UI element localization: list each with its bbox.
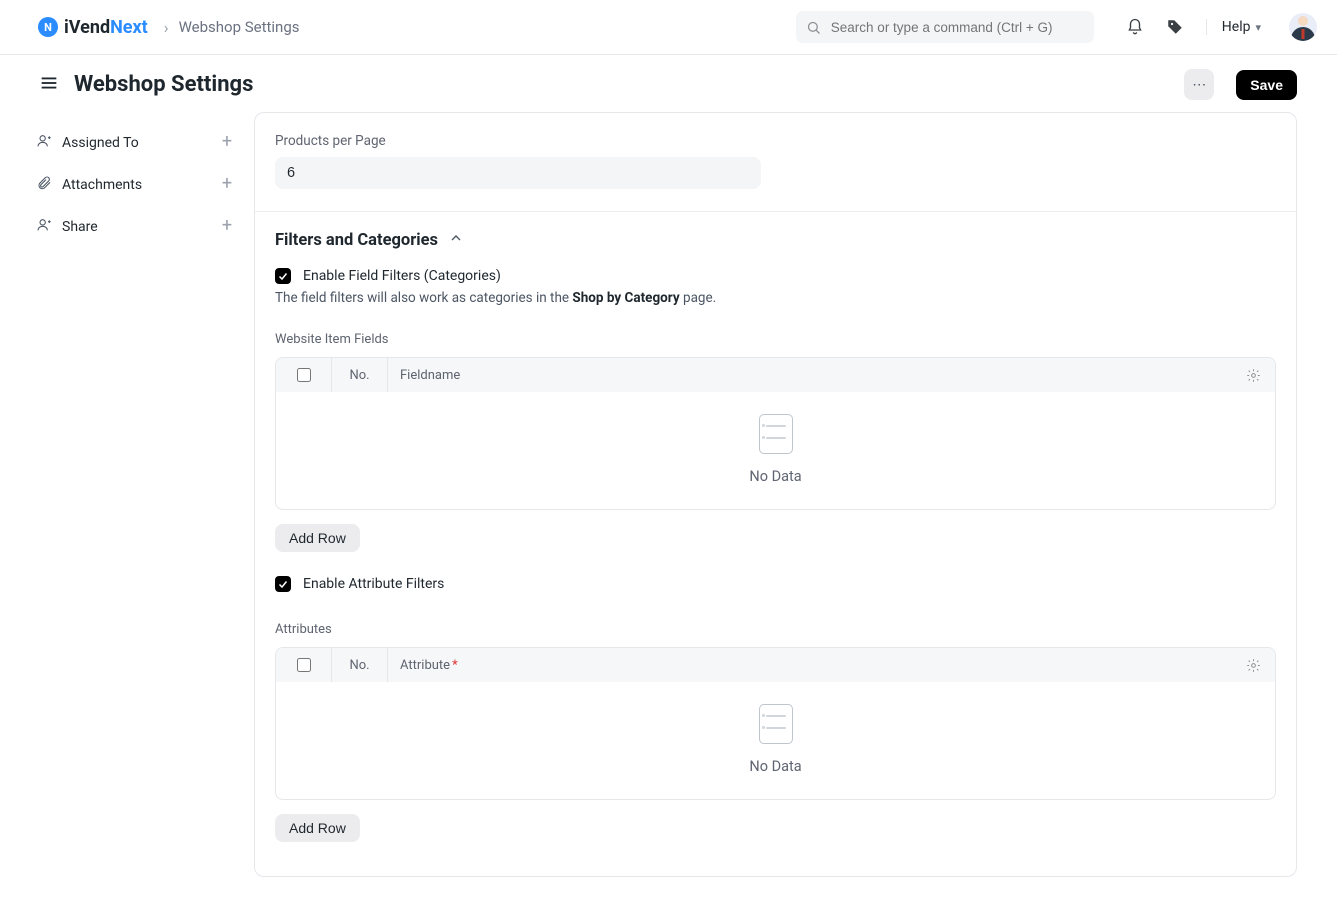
sidebar-item-attachments[interactable]: Attachments + (36, 164, 236, 206)
attributes-table: No. Attribute* No Data (275, 647, 1276, 800)
page-title: Webshop Settings (74, 72, 253, 97)
add-share-button[interactable]: + (218, 218, 236, 236)
website-item-fields-table: No. Fieldname No Data (275, 357, 1276, 510)
enable-field-filters-checkbox[interactable] (275, 268, 291, 284)
attributes-label: Attributes (275, 622, 1276, 637)
column-no: No. (332, 358, 388, 392)
table-empty-state: No Data (276, 392, 1275, 509)
logo-text-part1: iVend (64, 17, 110, 38)
more-button[interactable]: ⋯ (1184, 69, 1214, 100)
logo-text-part2: Next (110, 17, 148, 38)
sidebar-item-label: Attachments (62, 177, 142, 193)
add-attachment-button[interactable]: + (218, 176, 236, 194)
search-bar[interactable] (796, 11, 1094, 43)
topbar: N iVendNext › Webshop Settings Help ▾ (0, 0, 1337, 55)
website-item-fields-label: Website Item Fields (275, 332, 1276, 347)
avatar[interactable] (1289, 13, 1317, 41)
search-input[interactable] (829, 19, 1084, 36)
notifications-icon[interactable] (1126, 18, 1144, 36)
section-header[interactable]: Filters and Categories (275, 230, 1276, 250)
sidebar-item-assigned-to[interactable]: Assigned To + (36, 122, 236, 164)
search-icon (806, 20, 821, 35)
enable-attribute-filters-checkbox[interactable] (275, 576, 291, 592)
sidebar-item-share[interactable]: Share + (36, 206, 236, 248)
breadcrumb-item[interactable]: Webshop Settings (179, 18, 300, 36)
products-per-page-input[interactable] (275, 157, 761, 189)
table-header: No. Fieldname (276, 358, 1275, 392)
required-marker: * (452, 658, 458, 673)
column-attribute: Attribute* (388, 648, 1231, 682)
logo[interactable]: N iVendNext (38, 17, 148, 38)
menu-icon[interactable] (38, 72, 60, 98)
sidebar-item-label: Assigned To (62, 135, 139, 151)
save-button[interactable]: Save (1236, 70, 1297, 100)
topbar-icons: Help ▾ (1126, 13, 1317, 41)
add-row-button[interactable]: Add Row (275, 814, 360, 842)
sidebar: Assigned To + Attachments + Share + (36, 112, 236, 248)
column-fieldname: Fieldname (388, 358, 1231, 392)
form-card: Products per Page Filters and Categories… (254, 112, 1297, 877)
table-settings-button[interactable] (1231, 368, 1275, 383)
logo-mark-icon: N (38, 17, 58, 37)
enable-field-filters-label: Enable Field Filters (Categories) (303, 268, 501, 284)
chevron-up-icon (448, 230, 464, 250)
enable-attribute-filters-label: Enable Attribute Filters (303, 576, 444, 592)
breadcrumb: › Webshop Settings (164, 18, 300, 37)
table-header: No. Attribute* (276, 648, 1275, 682)
empty-list-icon (759, 414, 793, 454)
section-title: Filters and Categories (275, 231, 438, 250)
empty-text: No Data (749, 468, 801, 485)
empty-text: No Data (749, 758, 801, 775)
table-empty-state: No Data (276, 682, 1275, 799)
select-all-checkbox[interactable] (297, 658, 311, 672)
share-icon (36, 217, 52, 237)
paperclip-icon (36, 175, 52, 195)
chevron-down-icon: ▾ (1255, 21, 1261, 34)
help-label: Help (1222, 19, 1251, 35)
empty-list-icon (759, 704, 793, 744)
page-header: Webshop Settings ⋯ Save (0, 55, 1337, 100)
tags-icon[interactable] (1166, 18, 1184, 36)
sidebar-item-label: Share (62, 219, 98, 235)
column-no: No. (332, 648, 388, 682)
chevron-right-icon: › (164, 18, 169, 37)
help-dropdown[interactable]: Help ▾ (1206, 19, 1261, 35)
field-label: Products per Page (275, 133, 1276, 149)
add-assignee-button[interactable]: + (218, 134, 236, 152)
add-row-button[interactable]: Add Row (275, 524, 360, 552)
layout: Assigned To + Attachments + Share + (0, 100, 1337, 917)
field-filters-help-text: The field filters will also work as cate… (275, 290, 1276, 306)
user-plus-icon (36, 133, 52, 153)
table-settings-button[interactable] (1231, 658, 1275, 673)
select-all-checkbox[interactable] (297, 368, 311, 382)
